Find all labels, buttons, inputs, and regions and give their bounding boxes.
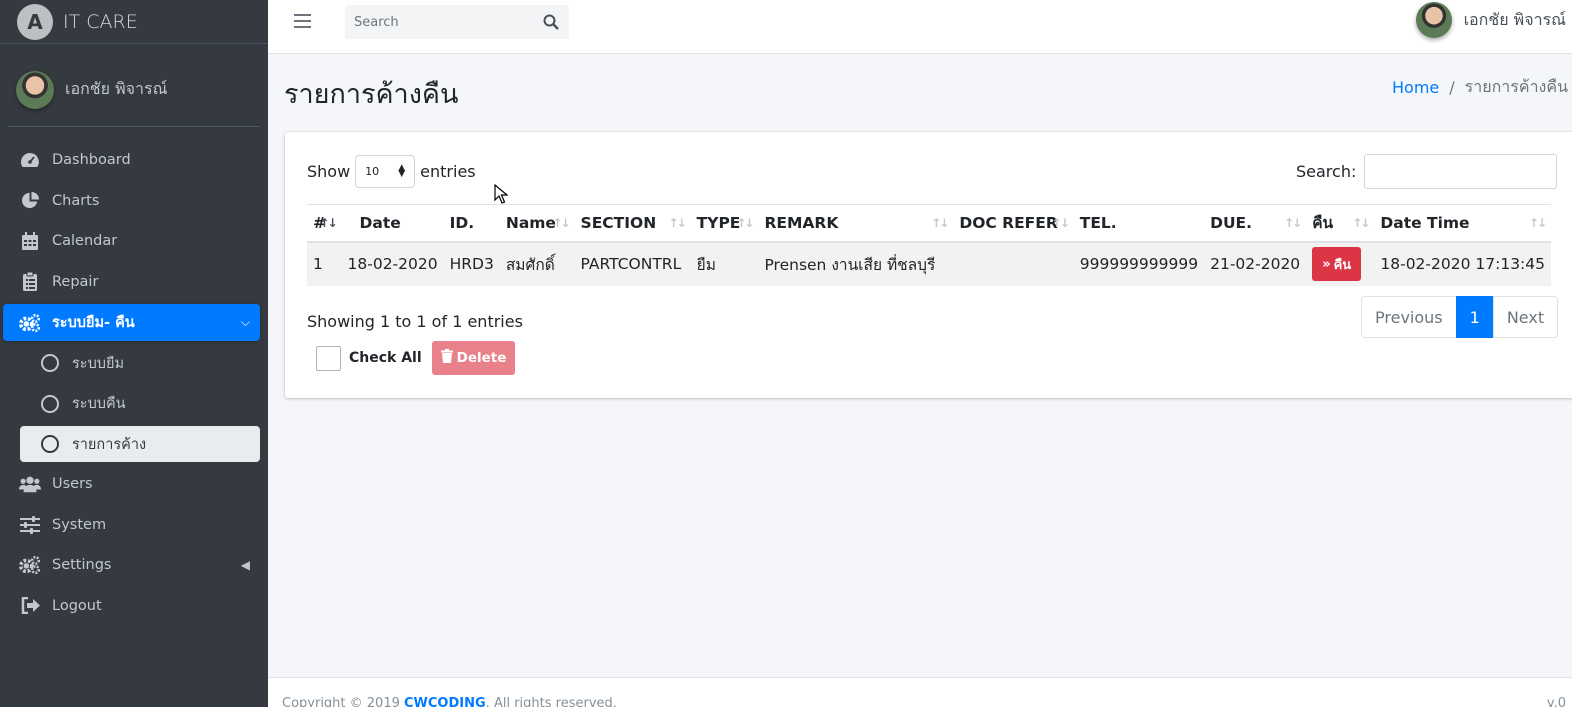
pagination: Previous 1 Next: [1361, 296, 1559, 338]
check-all-checkbox[interactable]: [316, 345, 341, 371]
tachometer-icon: [19, 150, 41, 170]
column-header-type[interactable]: TYPE ↑↓: [690, 204, 759, 243]
sort-arrows-icon: ▲ ▼: [398, 163, 406, 179]
cogs-icon: [19, 313, 41, 333]
chevron-left-icon: ◀: [240, 558, 250, 573]
calendar-icon: [19, 231, 41, 251]
cell-section: PARTCONTRL: [574, 241, 691, 286]
breadcrumb-current: รายการค้างคืน: [1464, 77, 1568, 96]
sidebar-item-settings[interactable]: Settings ◀: [3, 545, 260, 586]
footer-company-link[interactable]: CWCODING: [404, 696, 486, 707]
column-header-id[interactable]: ID.: [443, 204, 500, 243]
pagination-next[interactable]: Next: [1492, 296, 1559, 338]
column-header-name[interactable]: Name ↑↓: [499, 204, 575, 243]
sidebar-item-system[interactable]: System: [3, 505, 260, 546]
page-title: รายการค้างคืน: [284, 79, 459, 110]
circle-icon: [41, 435, 59, 453]
user-name[interactable]: เอกชัย พิจารณ์: [65, 77, 167, 102]
top-navbar: เอกชัย พิจารณ์: [268, 0, 1572, 54]
cell-no: 1: [307, 241, 342, 286]
column-header-return[interactable]: คืน ↑↓: [1306, 204, 1375, 243]
bulk-actions: Check All Delete: [316, 341, 516, 375]
column-header-due[interactable]: DUE. ↑↓: [1204, 204, 1307, 243]
navbar-user-menu[interactable]: เอกชัย พิจารณ์: [1415, 2, 1566, 38]
table-row: 1 18-02-2020 HRD3 สมศักดิ์ PARTCONTRL ยื…: [307, 241, 1551, 286]
sidebar-item-logout[interactable]: Logout: [3, 586, 260, 627]
brand-link[interactable]: A IT CARE: [0, 0, 268, 44]
table-info: Showing 1 to 1 of 1 entries: [307, 312, 523, 331]
cell-remark: Prensen งานเสีย ที่ชลบุรี: [758, 241, 954, 286]
users-icon: [19, 474, 41, 494]
pending-table: # ↑↓ Date ID. Name ↑↓ SECTION ↑↓ TYPE ↑↓ REM…: [307, 204, 1551, 286]
search-input[interactable]: [345, 5, 535, 39]
column-header-remark[interactable]: REMARK ↑↓: [758, 204, 954, 243]
cell-doc-refer: [953, 241, 1074, 286]
cell-name: สมศักดิ์: [499, 241, 575, 286]
column-header-tel[interactable]: TEL.: [1073, 204, 1205, 243]
sidebar-item-dashboard[interactable]: Dashboard: [3, 140, 260, 181]
pagination-previous[interactable]: Previous: [1361, 296, 1457, 338]
breadcrumb-home[interactable]: Home: [1392, 78, 1439, 97]
table-search: Search:: [1296, 154, 1558, 189]
sliders-icon: [19, 515, 41, 535]
pagination-page-1[interactable]: 1: [1455, 296, 1494, 338]
sign-out-icon: [19, 596, 41, 616]
pending-list-card: Show 10 ▲ ▼ entries Search: # ↑↓ Date ID. …: [285, 132, 1572, 398]
brand-logo: A: [17, 3, 53, 40]
table-search-input[interactable]: [1364, 154, 1558, 189]
double-chevron-right-icon: »: [1322, 256, 1331, 272]
breadcrumb: Home / รายการค้างคืน: [1392, 75, 1568, 100]
sidebar-item-borrow-return[interactable]: ระบบยืม- คืน ⌵: [3, 304, 260, 341]
cell-tel: 999999999999: [1073, 241, 1205, 286]
navbar-search: [345, 5, 569, 39]
column-header-doc-refer[interactable]: DOC REFER ↑↓: [953, 204, 1074, 243]
cell-return: » คืน: [1306, 241, 1375, 286]
chevron-down-icon: ⌵: [240, 315, 250, 329]
sidebar-item-repair[interactable]: Repair: [3, 262, 260, 303]
sidebar-subitem-borrow[interactable]: ระบบยืม: [20, 343, 260, 384]
cell-date: 18-02-2020: [341, 241, 444, 286]
column-header-section[interactable]: SECTION ↑↓: [574, 204, 691, 243]
sidebar: A IT CARE เอกชัย พิจารณ์ Dashboard Chart…: [0, 0, 268, 707]
cell-type: ยืม: [690, 241, 759, 286]
sidebar-subitem-return[interactable]: ระบบคืน: [20, 384, 260, 425]
clipboard-icon: [19, 272, 41, 292]
return-button[interactable]: » คืน: [1312, 247, 1362, 281]
pie-chart-icon: [19, 191, 41, 211]
column-header-datetime[interactable]: Date Time ↑↓: [1374, 204, 1551, 243]
breadcrumb-separator: /: [1449, 78, 1455, 97]
cell-id: HRD3: [443, 241, 500, 286]
length-control: Show 10 ▲ ▼ entries: [307, 155, 476, 188]
avatar: [16, 70, 54, 109]
brand-name: IT CARE: [63, 10, 138, 33]
sidebar-subitem-pending[interactable]: รายการค้าง: [20, 426, 260, 462]
circle-icon: [41, 354, 59, 373]
footer: Copyright © 2019 CWCODING. All rights re…: [268, 677, 1572, 707]
search-icon[interactable]: [543, 14, 559, 30]
avatar: [1415, 2, 1452, 38]
column-header-date[interactable]: Date: [341, 204, 444, 243]
menu-toggle-icon[interactable]: [294, 14, 311, 28]
sidebar-item-users[interactable]: Users: [3, 464, 260, 505]
cogs-icon: [19, 555, 41, 575]
cell-datetime: 18-02-2020 17:13:45: [1374, 241, 1551, 286]
trash-icon: [440, 349, 453, 367]
sidebar-nav: Dashboard Charts Calendar Repair ระบบยืม…: [0, 127, 268, 626]
user-panel[interactable]: เอกชัย พิจารณ์: [8, 53, 260, 127]
sidebar-item-charts[interactable]: Charts: [3, 181, 260, 222]
content-wrapper: รายการค้างคืน Home / รายการค้างคืน Show …: [268, 54, 1572, 707]
check-all-label[interactable]: Check All: [349, 350, 422, 366]
sidebar-item-calendar[interactable]: Calendar: [3, 221, 260, 262]
delete-button[interactable]: Delete: [431, 341, 516, 375]
mouse-cursor-icon: [494, 183, 509, 208]
circle-icon: [41, 394, 59, 413]
navbar-user-name: เอกชัย พิจารณ์: [1463, 9, 1566, 29]
column-header-no[interactable]: # ↑↓: [307, 204, 342, 243]
cell-due: 21-02-2020: [1204, 241, 1307, 286]
table-header-row: # ↑↓ Date ID. Name ↑↓ SECTION ↑↓ TYPE ↑↓ REM…: [307, 204, 1551, 243]
entries-length-select[interactable]: 10 ▲ ▼: [355, 155, 416, 188]
footer-version: v.0: [1546, 696, 1566, 707]
